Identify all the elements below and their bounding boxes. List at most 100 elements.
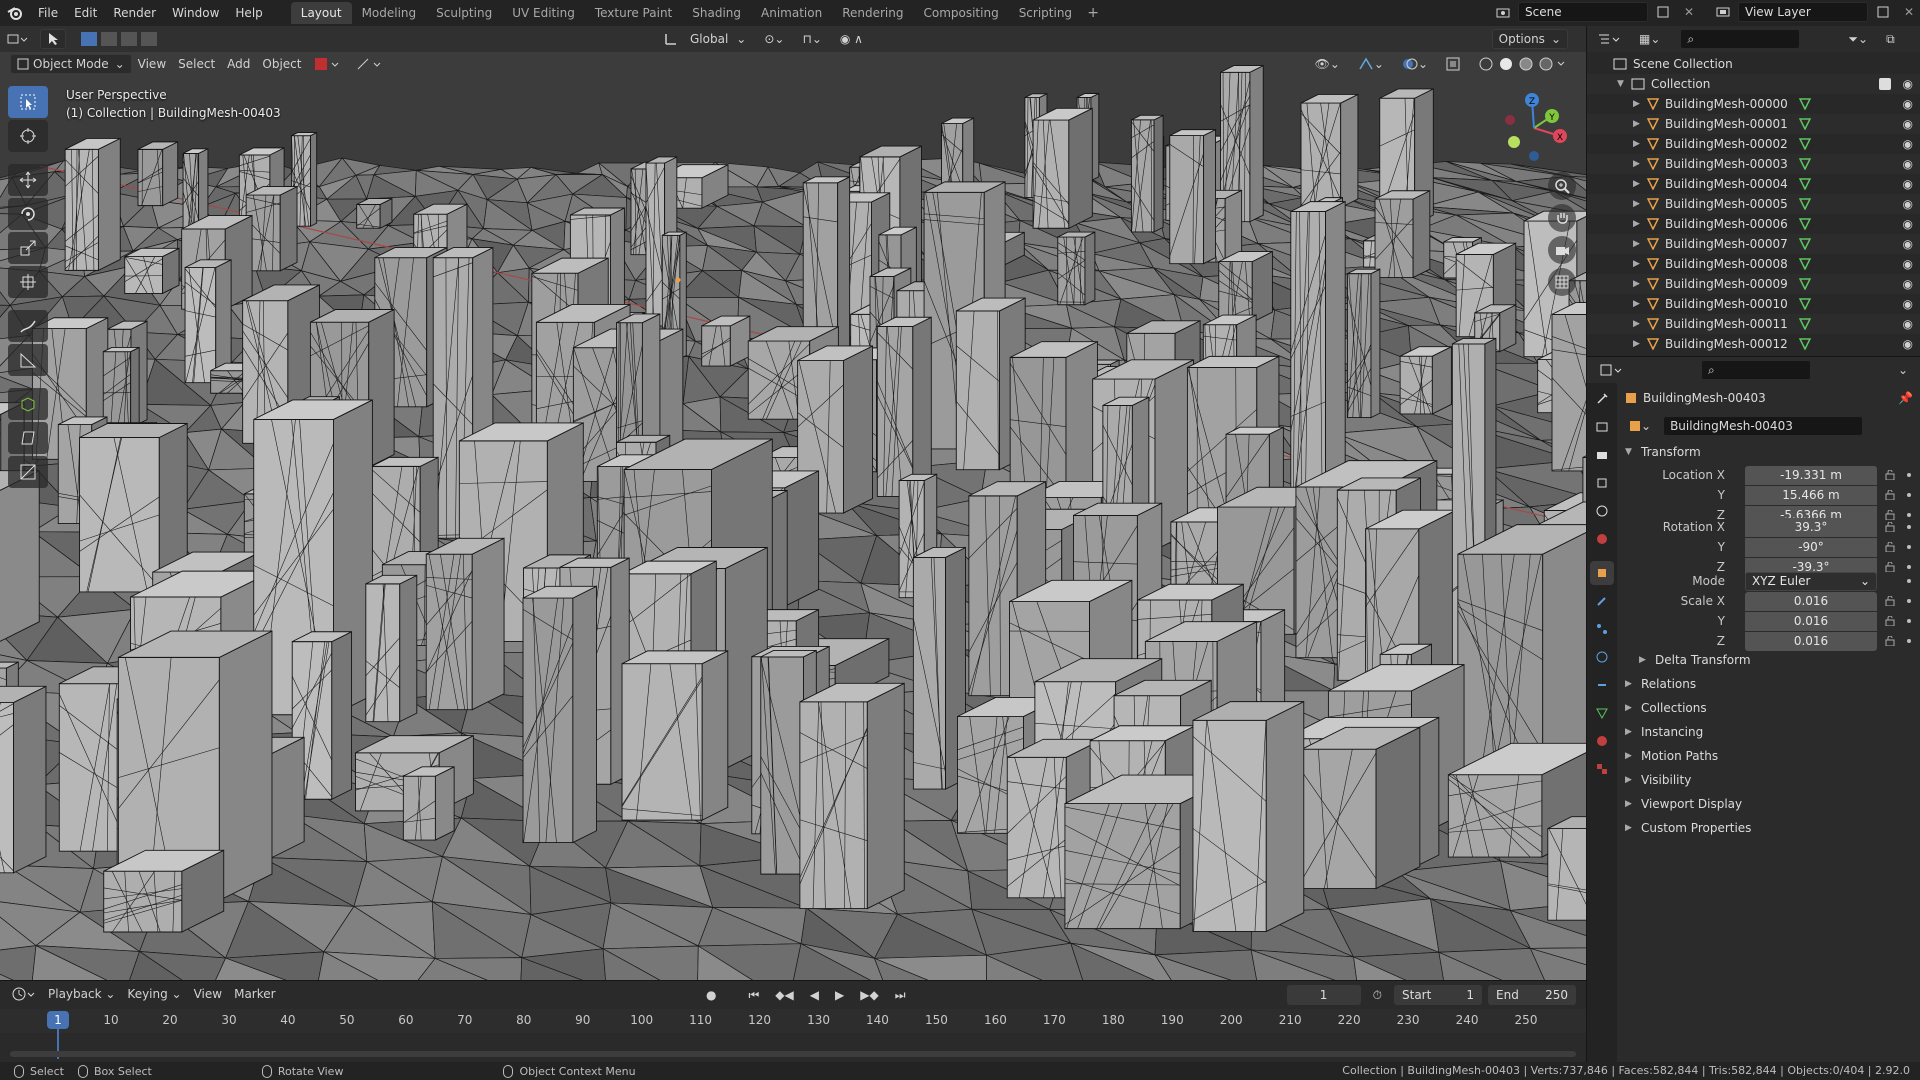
view-layer-field[interactable]: View Layer [1738,2,1868,22]
tab-modeling[interactable]: Modeling [352,2,427,24]
xray-toggle-icon[interactable] [1440,54,1466,74]
start-frame-field[interactable]: Start 1 [1394,985,1482,1005]
eye-icon[interactable]: ◉ [1903,257,1913,271]
delete-scene-icon[interactable]: ✕ [1678,2,1700,22]
physics-tab-icon[interactable] [1590,645,1614,669]
select-box-tool-icon[interactable] [8,86,48,118]
3d-viewport[interactable]: Global ⌄ ⊙⌄ ⊓⌄ ◉ ∧ Options ⌄ Object Mode ⌄ … [0,26,1586,980]
output-tab-icon[interactable] [1590,443,1614,467]
lock-icon[interactable] [1885,542,1895,552]
menu-object[interactable]: Object [256,54,307,74]
zoom-icon[interactable] [1548,172,1576,200]
visibility-icon[interactable]: 👁⌄ [1309,54,1346,74]
delete-view-layer-icon[interactable]: ✕ [1898,2,1920,22]
keyframe-dot-icon[interactable] [1907,473,1911,477]
tab-compositing[interactable]: Compositing [913,2,1008,24]
timeline-ruler[interactable]: 1110203040506070809010011012013014015016… [0,1009,1586,1059]
outliner-item[interactable]: ▶ BuildingMesh-00002 ◉ [1587,134,1920,154]
gizmo-toggle-icon[interactable]: ⌄ [1352,54,1390,74]
add-workspace-button[interactable]: + [1082,5,1104,21]
tab-scripting[interactable]: Scripting [1009,2,1082,24]
rotation-field[interactable]: 39.3° [1745,517,1877,537]
menu-keying[interactable]: Keying ⌄ [121,984,187,1004]
tab-rendering[interactable]: Rendering [832,2,913,24]
move-tool-icon[interactable] [8,164,48,196]
jump-start-icon[interactable]: ⏮ [742,985,765,1005]
eye-icon[interactable]: ◉ [1903,197,1913,211]
editor-type-button[interactable] [0,29,34,49]
menu-help[interactable]: Help [227,0,270,26]
particles-tab-icon[interactable] [1590,617,1614,641]
lock-icon[interactable] [1885,596,1895,606]
record-icon[interactable]: ● [700,985,722,1005]
menu-add[interactable]: Add [221,54,256,74]
tab-animation[interactable]: Animation [751,2,832,24]
panel-collections[interactable]: ▶ Collections [1617,697,1920,719]
outliner-item[interactable]: ▶ BuildingMesh-00003 ◉ [1587,154,1920,174]
shading-mode-buttons[interactable] [1472,54,1574,74]
outliner-item[interactable]: ▶ BuildingMesh-00012 ◉ [1587,334,1920,354]
transform-pivot-icon[interactable] [350,54,392,74]
keyframe-dot-icon[interactable] [1907,639,1911,643]
timeline-scrollbar[interactable] [10,1051,1576,1057]
menu-select[interactable]: Select [172,54,221,74]
rotate-tool-icon[interactable] [8,198,48,230]
eye-icon[interactable]: ◉ [1903,337,1913,351]
select-mode-buttons[interactable] [74,29,168,49]
menu-render[interactable]: Render [105,0,164,26]
scale-field[interactable]: 0.016 [1745,631,1877,651]
panel-visibility[interactable]: ▶ Visibility [1617,769,1920,791]
transform-affect-icon[interactable] [308,54,350,74]
eye-icon[interactable]: ◉ [1903,117,1913,131]
keyframe-dot-icon[interactable] [1907,599,1911,603]
modifier-tab-icon[interactable] [1590,589,1614,613]
texture-tab-icon[interactable] [1590,757,1614,781]
panel-instancing[interactable]: ▶ Instancing [1617,721,1920,743]
scale-field[interactable]: 0.016 [1745,591,1877,611]
new-view-layer-icon[interactable] [1872,2,1894,22]
delta-transform-header[interactable]: ▶ Delta Transform [1617,649,1920,671]
panel-viewport-display[interactable]: ▶ Viewport Display [1617,793,1920,815]
eye-icon[interactable]: ◉ [1903,237,1913,251]
scene-field[interactable]: Scene [1518,2,1648,22]
measure-tool-icon[interactable] [8,344,48,376]
menu-marker[interactable]: Marker [228,984,281,1004]
object-mode-dropdown[interactable]: Object Mode ⌄ [10,54,132,74]
panel-motion-paths[interactable]: ▶ Motion Paths [1617,745,1920,767]
datablock-name-field[interactable]: BuildingMesh-00403 [1663,416,1864,436]
scene-icon[interactable] [1492,2,1514,22]
scene-tab-icon[interactable] [1590,499,1614,523]
play-reverse-icon[interactable]: ◀ [804,985,825,1005]
new-collection-icon[interactable]: ⧉ [1880,29,1901,49]
outliner-search-input[interactable]: ⌕ [1680,29,1801,49]
camera-view-icon[interactable] [1548,236,1576,264]
checkbox-icon[interactable] [1879,78,1891,90]
outliner-item[interactable]: ▶ BuildingMesh-00006 ◉ [1587,214,1920,234]
constraints-tab-icon[interactable] [1590,673,1614,697]
filter-icon[interactable]: ⏷⌄ [1842,29,1874,49]
play-icon[interactable]: ▶ [829,985,850,1005]
outliner-editor-type-icon[interactable] [1591,29,1627,49]
eye-icon[interactable]: ◉ [1903,277,1913,291]
orientation-dropdown[interactable]: Global ⌄ [684,29,752,49]
view-layer-tab-icon[interactable] [1590,471,1614,495]
outliner-item[interactable]: ▶ BuildingMesh-00001 ◉ [1587,114,1920,134]
keyframe-dot-icon[interactable] [1907,493,1911,497]
material-tab-icon[interactable] [1590,729,1614,753]
scale-field[interactable]: 0.016 [1745,611,1877,631]
menu-timeline-view[interactable]: View [188,984,228,1004]
keyframe-dot-icon[interactable] [1907,545,1911,549]
keyframe-dot-icon[interactable] [1907,565,1911,569]
bisect-tool-icon[interactable] [8,456,48,488]
pin-icon[interactable]: 📌 [1898,391,1913,405]
menu-edit[interactable]: Edit [66,0,105,26]
menu-file[interactable]: File [30,0,66,26]
keyframe-dot-icon[interactable] [1907,525,1911,529]
options-dropdown[interactable]: Options ⌄ [1491,29,1568,49]
proportional-edit-icon[interactable]: ◉ ∧ [834,29,869,49]
datablock-browse-icon[interactable]: ⌄ [1623,416,1657,436]
properties-editor-type-icon[interactable] [1593,360,1629,380]
menu-playback[interactable]: Playback ⌄ [42,984,121,1004]
keyframe-dot-icon[interactable] [1907,619,1911,623]
lock-icon[interactable] [1885,522,1895,532]
